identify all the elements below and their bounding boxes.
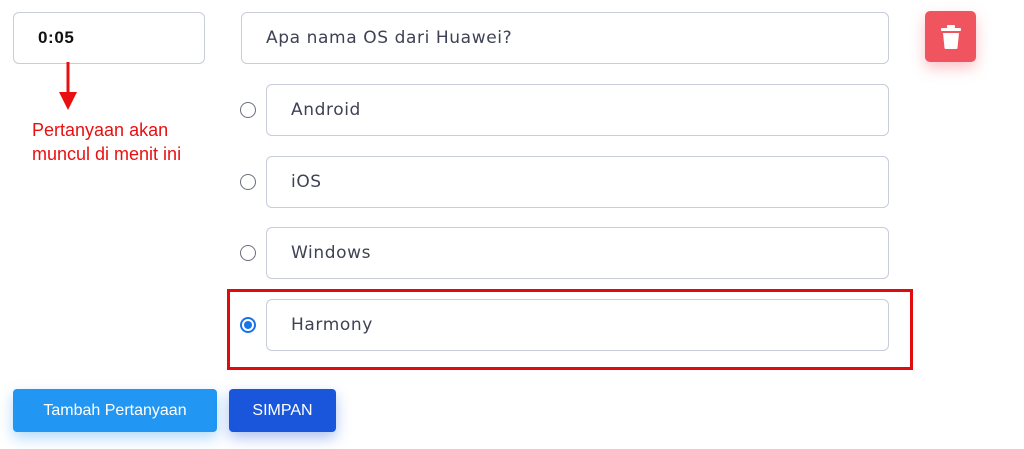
annotation-arrow: [59, 62, 77, 110]
option-label-2: iOS: [291, 172, 322, 192]
annotation-text: Pertanyaan akan muncul di menit ini: [32, 118, 232, 166]
question-time-value: 0:05: [38, 28, 75, 47]
option-radio-3[interactable]: [240, 245, 256, 261]
annotation-line-2: muncul di menit ini: [32, 144, 182, 164]
option-input-1[interactable]: Android: [266, 84, 889, 136]
delete-question-button[interactable]: [925, 11, 976, 62]
option-label-1: Android: [291, 100, 361, 120]
question-input[interactable]: Apa nama OS dari Huawei?: [241, 12, 889, 64]
option-input-3[interactable]: Windows: [266, 227, 889, 279]
question-time-input[interactable]: 0:05: [13, 12, 205, 64]
option-input-2[interactable]: iOS: [266, 156, 889, 208]
option-label-3: Windows: [291, 243, 372, 263]
option-radio-1[interactable]: [240, 102, 256, 118]
add-question-label: Tambah Pertanyaan: [43, 401, 187, 419]
annotation-line-1: Pertanyaan akan: [32, 120, 169, 140]
save-button[interactable]: SIMPAN: [229, 389, 336, 432]
option-label-4: Harmony: [291, 315, 373, 335]
option-radio-2[interactable]: [240, 174, 256, 190]
option-input-4[interactable]: Harmony: [266, 299, 889, 351]
trash-icon: [940, 24, 961, 49]
add-question-button[interactable]: Tambah Pertanyaan: [13, 389, 217, 432]
question-text: Apa nama OS dari Huawei?: [266, 28, 513, 48]
save-label: SIMPAN: [252, 401, 313, 419]
option-radio-4[interactable]: [240, 317, 256, 333]
